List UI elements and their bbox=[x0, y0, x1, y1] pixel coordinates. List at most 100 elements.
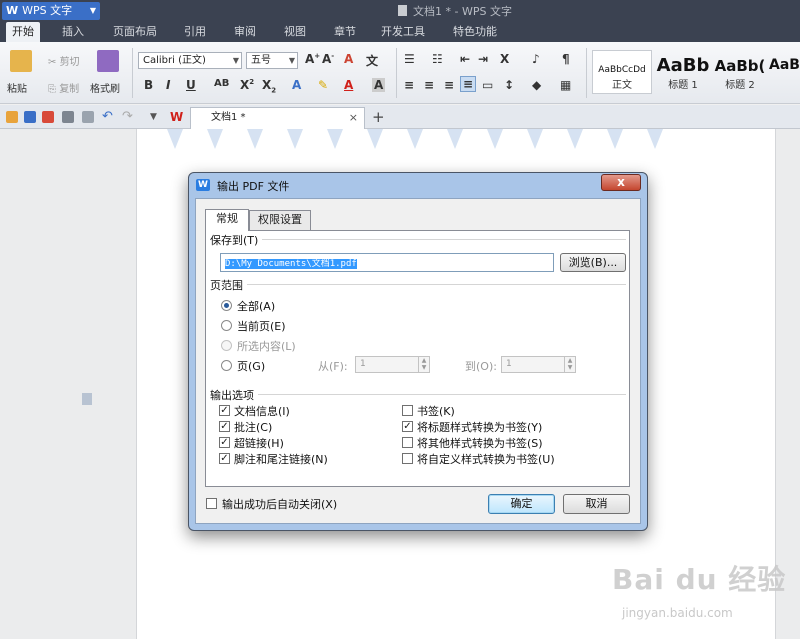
watermark-url: jingyan.baidu.com bbox=[622, 606, 733, 620]
new-tab-icon[interactable]: + bbox=[372, 108, 385, 126]
align-center-icon[interactable]: ≡ bbox=[424, 78, 434, 92]
italic-icon[interactable]: I bbox=[166, 78, 170, 92]
strikethrough-icon[interactable]: AB bbox=[214, 78, 229, 89]
customize-dropdown-icon[interactable]: ▼ bbox=[150, 111, 162, 123]
align-left-icon[interactable]: ≡ bbox=[404, 78, 414, 92]
checkbox-doc-info[interactable]: ✓ bbox=[219, 405, 230, 416]
app-menu-button[interactable]: W WPS 文字 ▼ bbox=[2, 2, 100, 20]
checkbox-auto-close[interactable] bbox=[206, 498, 217, 509]
checkbox-heading-bookmarks-label[interactable]: 将标题样式转换为书签(Y) bbox=[417, 419, 542, 435]
distribute-icon[interactable]: ▭ bbox=[482, 78, 493, 92]
print-icon[interactable] bbox=[62, 111, 74, 123]
dialog-close-button[interactable]: x bbox=[601, 174, 641, 191]
tab-general[interactable]: 常规 bbox=[205, 209, 249, 231]
numbered-list-icon[interactable]: ☷ bbox=[432, 52, 443, 66]
copy-button[interactable]: ⎘ 复制 bbox=[48, 80, 79, 95]
radio-current-page-label[interactable]: 当前页(E) bbox=[237, 318, 286, 334]
radio-pages[interactable] bbox=[221, 360, 232, 371]
clear-format-icon[interactable]: A bbox=[344, 52, 353, 66]
checkbox-bookmarks[interactable] bbox=[402, 405, 413, 416]
checkbox-comments[interactable]: ✓ bbox=[219, 421, 230, 432]
highlight-icon[interactable]: ✎ bbox=[318, 78, 328, 92]
dialog-title: 输出 PDF 文件 bbox=[217, 180, 290, 193]
export-pdf-icon[interactable] bbox=[42, 111, 54, 123]
chinese-layout-icon[interactable]: X bbox=[500, 52, 509, 66]
increase-indent-icon[interactable]: ⇥ bbox=[478, 52, 488, 66]
format-painter-icon[interactable] bbox=[97, 50, 119, 72]
cancel-button[interactable]: 取消 bbox=[563, 494, 630, 514]
checkbox-doc-info-label[interactable]: 文档信息(I) bbox=[234, 403, 290, 419]
redo-icon[interactable]: ↷ bbox=[122, 110, 134, 123]
checkbox-comments-label[interactable]: 批注(C) bbox=[234, 419, 272, 435]
menu-tab-section[interactable]: 章节 bbox=[326, 22, 364, 42]
checkbox-custom-style-bookmarks-label[interactable]: 将自定义样式转换为书签(U) bbox=[417, 451, 555, 467]
checkbox-auto-close-label[interactable]: 输出成功后自动关闭(X) bbox=[222, 496, 337, 512]
radio-pages-label[interactable]: 页(G) bbox=[237, 358, 265, 374]
checkbox-footnote-links-label[interactable]: 脚注和尾注链接(N) bbox=[234, 451, 328, 467]
font-color-icon[interactable]: A bbox=[344, 78, 353, 92]
shading-icon[interactable]: ◆ bbox=[532, 78, 541, 92]
divider bbox=[396, 48, 397, 98]
menu-tab-home[interactable]: 开始 bbox=[6, 22, 40, 42]
decrease-indent-icon[interactable]: ⇤ bbox=[460, 52, 470, 66]
cut-button[interactable]: ✂ 剪切 bbox=[48, 53, 80, 68]
checkbox-custom-style-bookmarks[interactable] bbox=[402, 453, 413, 464]
paste-icon[interactable] bbox=[10, 50, 32, 72]
checkbox-hyperlinks[interactable]: ✓ bbox=[219, 437, 230, 448]
radio-all[interactable] bbox=[221, 300, 232, 311]
print-preview-icon[interactable] bbox=[82, 111, 94, 123]
checkbox-bookmarks-label[interactable]: 书签(K) bbox=[417, 403, 455, 419]
scissors-icon: ✂ bbox=[48, 57, 60, 68]
checkbox-hyperlinks-label[interactable]: 超链接(H) bbox=[234, 435, 284, 451]
font-size-select[interactable]: 五号 ▼ bbox=[246, 52, 298, 69]
borders-icon[interactable]: ▦ bbox=[560, 78, 571, 92]
char-shading-icon[interactable]: A bbox=[372, 78, 386, 92]
save-icon[interactable] bbox=[24, 111, 36, 123]
menu-tab-references[interactable]: 引用 bbox=[176, 22, 214, 42]
style-heading-1[interactable]: AaBb 标题 1 bbox=[654, 50, 712, 94]
save-path-input[interactable]: D:\My Documents\文档1.pdf bbox=[220, 253, 554, 272]
bullet-list-icon[interactable]: ☰ bbox=[404, 52, 415, 66]
browse-button[interactable]: 浏览(B)... bbox=[560, 253, 626, 272]
style-normal[interactable]: AaBbCcDd 正文 bbox=[592, 50, 652, 94]
menu-tab-view[interactable]: 视图 bbox=[276, 22, 314, 42]
align-right-icon[interactable]: ≡ bbox=[444, 78, 454, 92]
open-icon[interactable] bbox=[6, 111, 18, 123]
subscript-icon[interactable]: X2 bbox=[262, 78, 276, 94]
justify-icon[interactable]: ≡ bbox=[460, 76, 477, 92]
paste-button[interactable]: 粘贴 bbox=[7, 80, 27, 95]
tab-permissions[interactable]: 权限设置 bbox=[249, 210, 311, 230]
menu-tab-developer[interactable]: 开发工具 bbox=[376, 22, 430, 42]
grow-font-icon[interactable]: A+ bbox=[305, 52, 320, 66]
menu-tab-features[interactable]: 特色功能 bbox=[446, 22, 504, 42]
line-spacing-icon[interactable]: ↕ bbox=[504, 78, 514, 92]
menu-tab-review[interactable]: 审阅 bbox=[226, 22, 264, 42]
shrink-font-icon[interactable]: A- bbox=[322, 52, 334, 66]
font-name-select[interactable]: Calibri (正文) ▼ bbox=[138, 52, 242, 69]
radio-current-page[interactable] bbox=[221, 320, 232, 331]
checkbox-heading-bookmarks[interactable]: ✓ bbox=[402, 421, 413, 432]
divider bbox=[586, 48, 587, 98]
close-icon[interactable]: × bbox=[349, 108, 358, 128]
style-heading-3[interactable]: AaB bbox=[768, 50, 800, 94]
checkbox-other-style-bookmarks[interactable] bbox=[402, 437, 413, 448]
menu-tab-insert[interactable]: 插入 bbox=[54, 22, 92, 42]
checkbox-other-style-bookmarks-label[interactable]: 将其他样式转换为书签(S) bbox=[417, 435, 543, 451]
wps-home-icon[interactable]: W bbox=[170, 111, 183, 123]
checkbox-footnote-links[interactable]: ✓ bbox=[219, 453, 230, 464]
page-nav-icon[interactable] bbox=[82, 393, 92, 405]
format-painter-button[interactable]: 格式刷 bbox=[90, 80, 120, 95]
radio-all-label[interactable]: 全部(A) bbox=[237, 298, 275, 314]
tab-document[interactable]: 文档1 * × bbox=[190, 107, 365, 129]
underline-icon[interactable]: U bbox=[186, 78, 196, 92]
text-effect-icon[interactable]: A bbox=[292, 78, 301, 92]
menu-tab-page-layout[interactable]: 页面布局 bbox=[106, 22, 164, 42]
phonetic-icon[interactable]: 文 bbox=[366, 52, 378, 69]
show-marks-icon[interactable]: ¶ bbox=[562, 52, 570, 66]
superscript-icon[interactable]: X2 bbox=[240, 78, 254, 92]
style-heading-2[interactable]: AaBb( 标题 2 bbox=[712, 50, 768, 94]
ok-button[interactable]: 确定 bbox=[488, 494, 555, 514]
undo-icon[interactable]: ↶ bbox=[102, 110, 114, 123]
sort-icon[interactable]: ♪ bbox=[532, 52, 540, 66]
bold-icon[interactable]: B bbox=[144, 78, 153, 92]
